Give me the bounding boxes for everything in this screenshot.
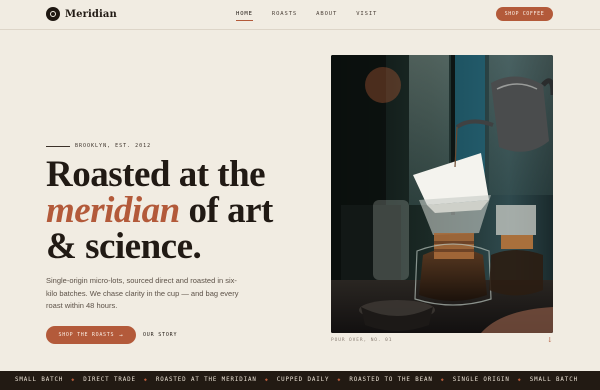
headline-accent: meridian [46,190,180,231]
arrow-down-icon[interactable]: ↓ [547,336,553,344]
headline-line-2: of art [179,190,274,231]
diamond-icon: ◆ [143,377,148,383]
ticker-item: SMALL BATCH [529,377,578,383]
brand-name: Meridian [65,8,117,20]
nav-link-about[interactable]: ABOUT [316,11,337,21]
nav-links: HOME ROASTS ABOUT VISIT [236,11,396,21]
eyebrow-text: BROOKLYN, EST. 2012 [75,143,152,149]
shop-the-roasts-button[interactable]: SHOP THE ROASTS → [46,326,136,344]
ticker-item: SMALL BATCH [15,377,64,383]
arrow-right-icon: → [119,331,124,339]
diamond-icon: ◆ [71,377,76,383]
ticker-item: DIRECT TRADE [83,377,136,383]
nav-link-home[interactable]: HOME [236,11,253,21]
hero-description: Single-origin micro-lots, sourced direct… [46,276,239,310]
headline-line-1: Roasted at the [46,154,266,195]
diamond-icon: ◆ [337,377,342,383]
brand-logo[interactable]: Meridian [46,7,117,21]
shop-the-roasts-label: SHOP THE ROASTS [58,332,115,338]
hero-eyebrow: BROOKLYN, EST. 2012 [46,143,151,149]
eyebrow-divider [46,145,70,147]
hero-photo [331,55,553,333]
ticker-item: ROASTED TO THE BEAN [349,377,433,383]
ticker-item: SINGLE ORIGIN [452,377,510,383]
hero-headline: Roasted at the meridian of art & science… [46,154,274,267]
ticker-item: CUPPED DAILY [276,377,330,383]
diamond-icon: ◆ [440,377,445,383]
ticker-track: SMALL BATCH ◆ DIRECT TRADE ◆ ROASTED AT … [15,377,586,383]
nav-link-visit[interactable]: VISIT [356,11,377,21]
diamond-icon: ◆ [517,377,522,383]
pour-over-illustration [331,55,553,333]
shop-coffee-button[interactable]: SHOP COFFEE [496,7,553,21]
diamond-icon: ◆ [264,377,269,383]
logo-icon [46,7,60,21]
photo-caption: POUR OVER, NO. 01 [331,338,393,343]
our-story-link[interactable]: OUR STORY [143,332,177,338]
nav-link-roasts[interactable]: ROASTS [272,11,297,21]
top-nav: Meridian HOME ROASTS ABOUT VISIT SHOP CO… [0,0,600,30]
ticker-item: ROASTED AT THE MERIDIAN [155,377,257,383]
headline-line-3: & science. [46,226,202,267]
ticker-banner: SMALL BATCH ◆ DIRECT TRADE ◆ ROASTED AT … [0,371,600,390]
